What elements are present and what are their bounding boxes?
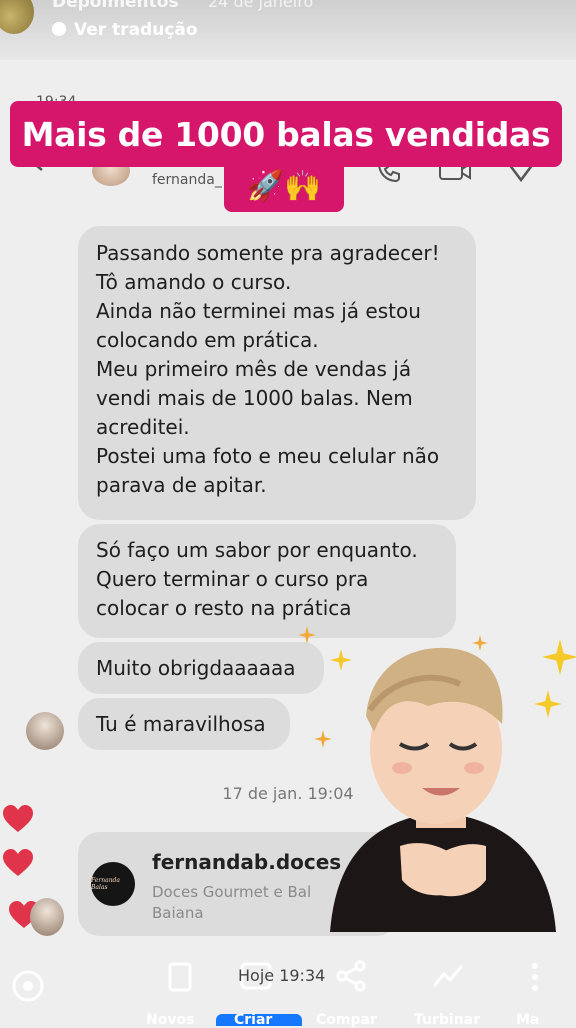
translate-label: Ver tradução bbox=[74, 20, 198, 40]
message-line: Passando somente pra agradecer! bbox=[96, 241, 440, 265]
chat-handle: fernanda_ bbox=[152, 172, 222, 188]
profile-logo-text: Fernanda Balas bbox=[91, 877, 120, 891]
message-bubble: Muito obrigdaaaaaa bbox=[78, 642, 324, 694]
message-line: Quero terminar o curso pra bbox=[96, 567, 369, 591]
trend-icon[interactable] bbox=[430, 958, 466, 994]
tab-mais[interactable]: Ma bbox=[516, 1012, 539, 1028]
sender-avatar[interactable] bbox=[26, 712, 64, 750]
pages-icon[interactable] bbox=[162, 958, 198, 994]
message-line: Muito obrigdaaaaaa bbox=[96, 656, 296, 680]
reaction-avatar bbox=[30, 898, 64, 936]
message-line: Tô amando o curso. bbox=[96, 270, 292, 294]
story-date: 24 de janeiro bbox=[208, 0, 314, 11]
tab-compartilhar[interactable]: Compar bbox=[316, 1012, 377, 1028]
post-time: Hoje 19:34 bbox=[238, 966, 326, 985]
emoji-text: 🚀🙌 bbox=[246, 168, 322, 204]
message-line: parava de apitar. bbox=[96, 473, 267, 497]
message-bubble: Passando somente pra agradecer! Tô amand… bbox=[78, 226, 476, 520]
share-icon[interactable] bbox=[334, 958, 370, 994]
message-line: Postei uma foto e meu celular não bbox=[96, 444, 440, 468]
message-line: Ainda não terminei mas já estou bbox=[96, 299, 421, 323]
profile-logo: Fernanda Balas bbox=[91, 862, 135, 906]
tab-turbinar[interactable]: Turbinar bbox=[414, 1012, 480, 1028]
message-line: colocando em prática. bbox=[96, 328, 319, 352]
tab-criar[interactable]: Criar bbox=[234, 1012, 272, 1028]
more-icon[interactable] bbox=[530, 962, 540, 992]
headline-text: Mais de 1000 balas vendidas bbox=[21, 114, 551, 154]
emoji-banner: 🚀🙌 bbox=[224, 160, 344, 212]
message-line: vendi mais de 1000 balas. Nem bbox=[96, 386, 413, 410]
story-title: Depoimentos bbox=[52, 0, 179, 12]
message-line: Tu é maravilhosa bbox=[96, 712, 266, 736]
message-bubble: Tu é maravilhosa bbox=[78, 698, 290, 750]
message-line: acreditei. bbox=[96, 415, 190, 439]
tab-novos[interactable]: Novos bbox=[146, 1012, 194, 1028]
avatar-sticker bbox=[330, 647, 556, 932]
viewers-icon[interactable] bbox=[10, 968, 46, 1004]
message-line: Meu primeiro mês de vendas já bbox=[96, 357, 412, 381]
translate-icon bbox=[52, 22, 66, 36]
heart-icon bbox=[3, 849, 33, 876]
message-bubble: Só faço um sabor por enquanto. Quero ter… bbox=[78, 524, 456, 638]
heart-icon bbox=[3, 805, 33, 832]
headline-banner: Mais de 1000 balas vendidas bbox=[10, 101, 562, 167]
message-line: colocar o resto na prática bbox=[96, 596, 352, 620]
message-line: Só faço um sabor por enquanto. bbox=[96, 538, 418, 562]
translate-link[interactable]: Ver tradução bbox=[52, 20, 198, 40]
